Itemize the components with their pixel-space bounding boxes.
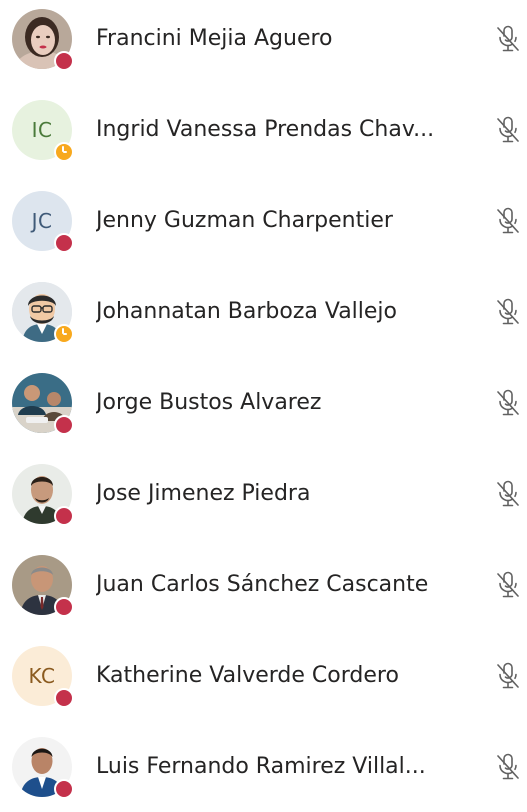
participant-name: Jenny Guzman Charpentier	[96, 207, 393, 233]
participant-row[interactable]: Jorge Bustos Alvarez	[0, 357, 527, 448]
mic-off-icon[interactable]	[495, 571, 521, 599]
participant-row[interactable]: KC Katherine Valverde Cordero	[0, 630, 527, 721]
participant-row[interactable]: JC Jenny Guzman Charpentier	[0, 175, 527, 266]
mic-off-icon[interactable]	[495, 480, 521, 508]
status-busy-icon	[54, 596, 74, 617]
avatar: JC	[12, 190, 74, 253]
status-away-icon	[54, 141, 74, 162]
avatar: KC	[12, 645, 74, 708]
participant-name: Johannatan Barboza Vallejo	[96, 298, 398, 324]
participant-row[interactable]: IC Ingrid Vanessa Prendas Chav...	[0, 84, 527, 175]
mic-off-icon[interactable]	[495, 389, 521, 417]
participant-name: Jorge Bustos Alvarez	[96, 389, 322, 415]
mic-off-icon[interactable]	[495, 25, 521, 53]
participant-row[interactable]: Francini Mejia Aguero	[0, 0, 527, 84]
avatar	[12, 463, 74, 526]
participant-name: Juan Carlos Sánchez Cascante	[96, 571, 429, 597]
avatar	[12, 8, 74, 71]
avatar	[12, 736, 74, 799]
participant-name: Luis Fernando Ramirez Villal...	[96, 753, 426, 779]
avatar	[12, 372, 74, 435]
participant-row[interactable]: Juan Carlos Sánchez Cascante	[0, 539, 527, 630]
mic-off-icon[interactable]	[495, 298, 521, 326]
avatar	[12, 554, 74, 617]
participant-name: Jose Jimenez Piedra	[96, 480, 311, 506]
status-busy-icon	[54, 778, 74, 799]
participant-name: Francini Mejia Aguero	[96, 25, 333, 51]
mic-off-icon[interactable]	[495, 207, 521, 235]
participant-row[interactable]: Johannatan Barboza Vallejo	[0, 266, 527, 357]
participant-row[interactable]: Jose Jimenez Piedra	[0, 448, 527, 539]
status-busy-icon	[54, 232, 74, 253]
avatar: IC	[12, 99, 74, 162]
participant-row[interactable]: Luis Fernando Ramirez Villal...	[0, 721, 527, 812]
status-away-icon	[54, 323, 74, 344]
mic-off-icon[interactable]	[495, 116, 521, 144]
participant-list: Francini Mejia Aguero IC Ingrid Vanessa …	[0, 0, 527, 799]
status-busy-icon	[54, 50, 74, 71]
status-busy-icon	[54, 414, 74, 435]
participant-name: Ingrid Vanessa Prendas Chav...	[96, 116, 435, 142]
mic-off-icon[interactable]	[495, 753, 521, 781]
mic-off-icon[interactable]	[495, 662, 521, 690]
status-busy-icon	[54, 505, 74, 526]
avatar	[12, 281, 74, 344]
participant-name: Katherine Valverde Cordero	[96, 662, 399, 688]
status-busy-icon	[54, 687, 74, 708]
